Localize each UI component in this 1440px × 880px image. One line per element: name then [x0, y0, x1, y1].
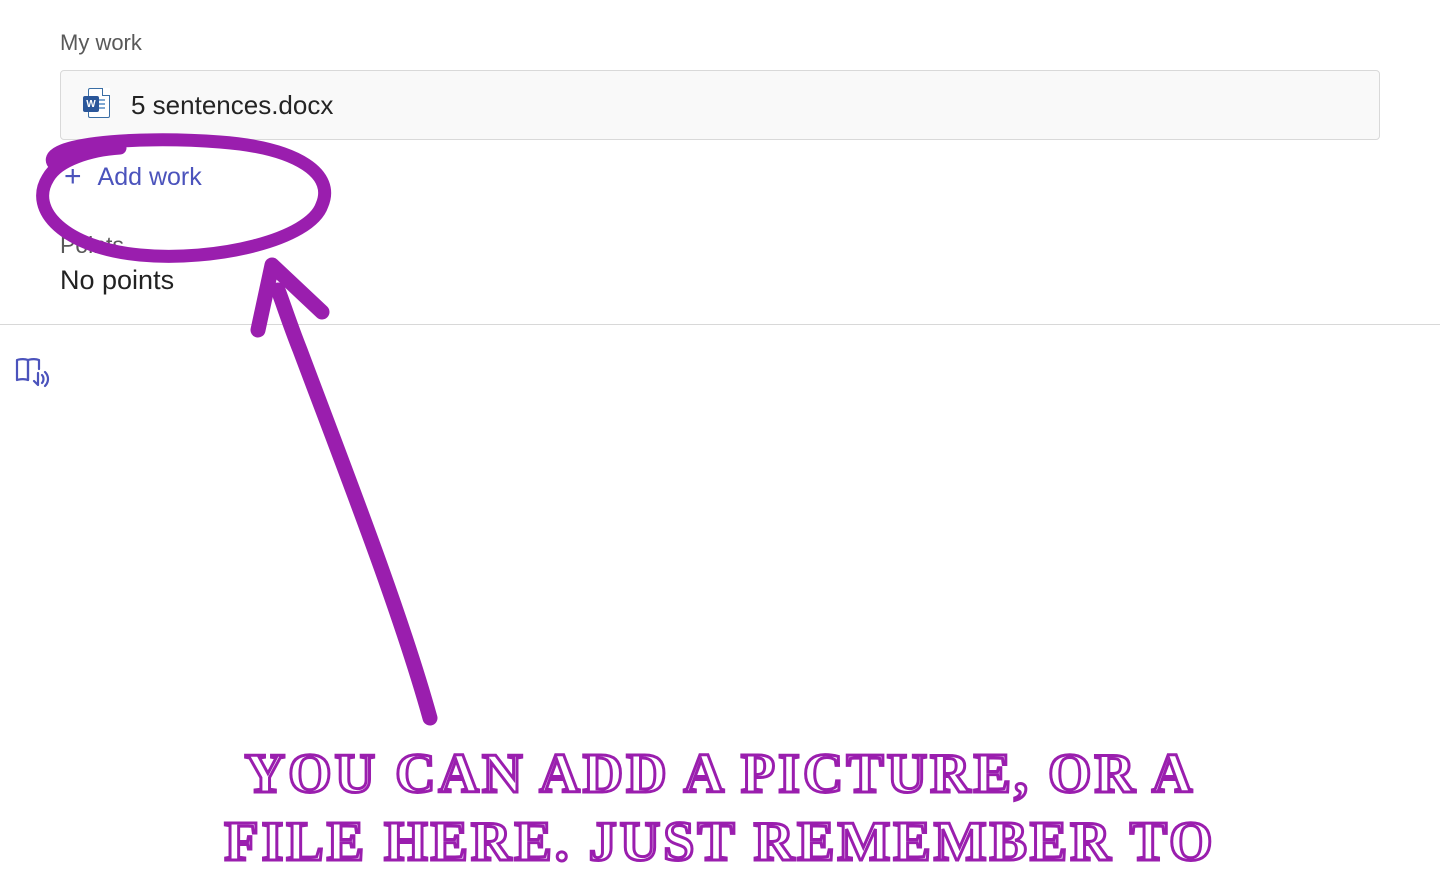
add-work-button[interactable]: + Add work	[60, 152, 206, 202]
points-label: Points	[60, 232, 1380, 259]
attached-file-row[interactable]: W 5 sentences.docx	[60, 70, 1380, 140]
points-value: No points	[60, 265, 1380, 296]
plus-icon: +	[64, 162, 82, 192]
annotation-text: YOU CAN ADD A PICTURE, OR A FILE HERE. J…	[0, 740, 1440, 877]
my-work-label: My work	[60, 30, 1380, 56]
add-work-label: Add work	[98, 163, 202, 192]
divider	[0, 324, 1440, 325]
assignment-panel: My work W 5 sentences.docx + Add work Po…	[0, 0, 1440, 296]
word-doc-icon: W	[83, 88, 111, 122]
immersive-reader-icon[interactable]	[14, 355, 1440, 394]
file-name: 5 sentences.docx	[131, 90, 333, 121]
